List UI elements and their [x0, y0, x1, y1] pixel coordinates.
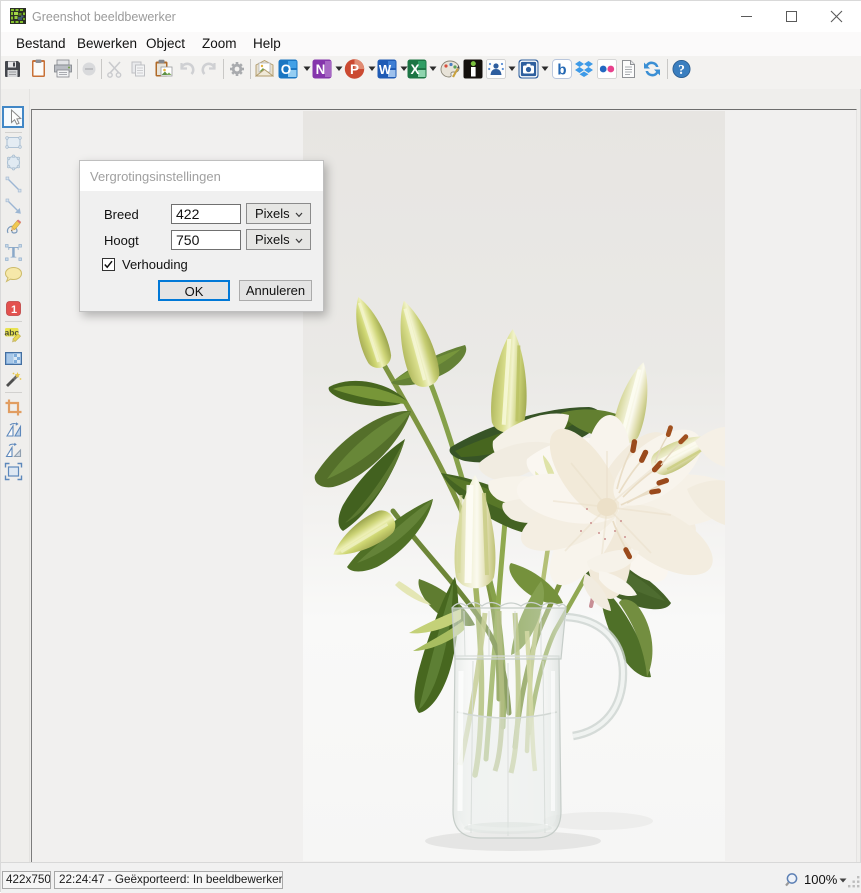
svg-text:X: X	[410, 62, 419, 77]
svg-text:N: N	[316, 62, 326, 77]
svg-text:W: W	[379, 62, 392, 77]
svg-text:b: b	[557, 62, 566, 79]
svg-text:T: T	[8, 245, 19, 262]
svg-text:1: 1	[11, 304, 17, 316]
svg-text:?: ?	[678, 62, 685, 77]
svg-text:O: O	[281, 62, 292, 77]
svg-text:P: P	[350, 62, 359, 77]
